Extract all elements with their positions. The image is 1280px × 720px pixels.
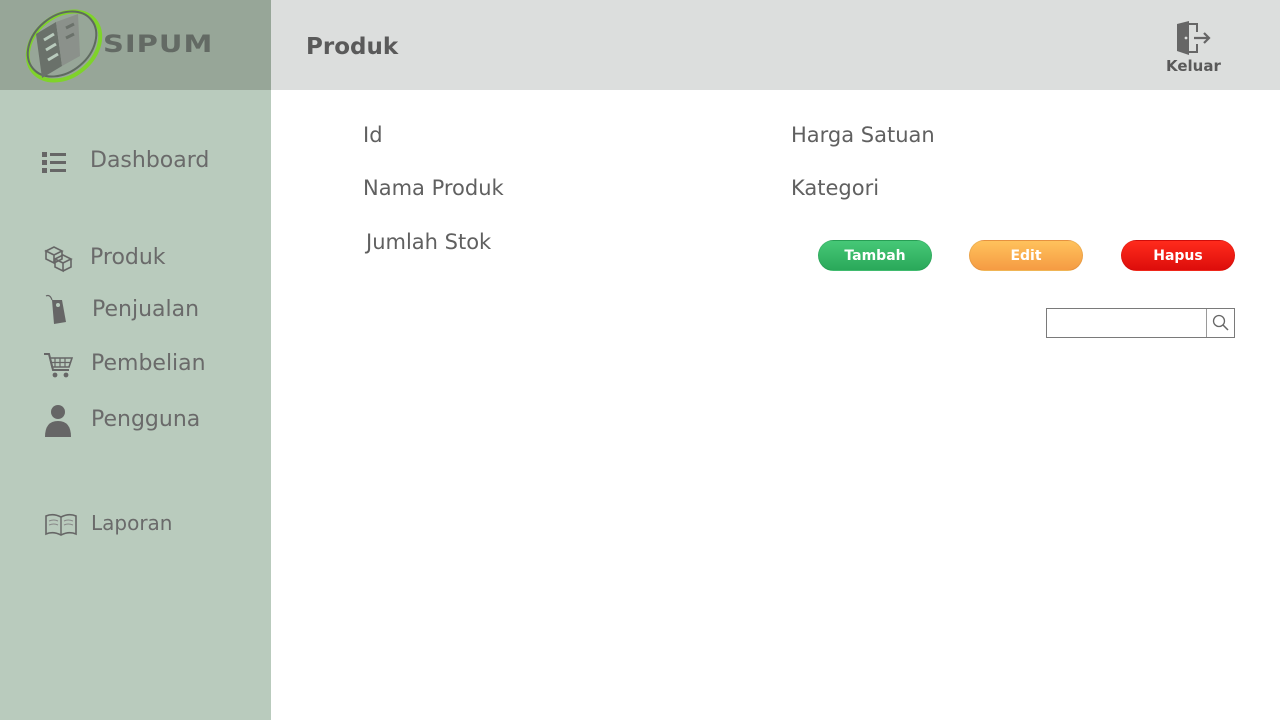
- field-label-harga-satuan: Harga Satuan: [791, 123, 935, 147]
- logout-button[interactable]: Keluar: [1162, 20, 1222, 78]
- exit-door-icon: [1177, 21, 1211, 55]
- sidebar-item-label: Pembelian: [91, 351, 206, 376]
- search-icon: [1212, 314, 1229, 331]
- tag-icon: [45, 294, 66, 324]
- add-button[interactable]: Tambah: [818, 240, 932, 271]
- search-input[interactable]: [1049, 311, 1205, 335]
- logout-label: Keluar: [1166, 57, 1221, 75]
- logo[interactable]: SIPUM: [0, 0, 271, 90]
- delete-button[interactable]: Hapus: [1121, 240, 1235, 271]
- search-button[interactable]: [1206, 309, 1234, 337]
- sidebar-item-produk[interactable]: Produk: [0, 238, 271, 278]
- sidebar-item-penjualan[interactable]: Penjualan: [0, 291, 271, 331]
- field-label-jumlah-stok: Jumlah Stok: [366, 230, 492, 254]
- sidebar-item-label: Laporan: [91, 511, 173, 535]
- sidebar-item-pembelian[interactable]: Pembelian: [0, 345, 271, 385]
- page-title: Produk: [306, 34, 399, 60]
- book-icon: [45, 513, 77, 536]
- sidebar: SIPUM Dashboard Produk Penjualan Pembeli…: [0, 0, 271, 720]
- sidebar-item-pengguna[interactable]: Pengguna: [0, 401, 271, 441]
- user-icon: [45, 405, 71, 437]
- field-label-nama-produk: Nama Produk: [363, 176, 504, 200]
- logo-text: SIPUM: [103, 30, 214, 58]
- sidebar-item-label: Dashboard: [90, 148, 210, 173]
- sidebar-item-laporan[interactable]: Laporan: [0, 505, 271, 545]
- field-label-id: Id: [363, 123, 383, 147]
- boxes-icon: [44, 246, 73, 273]
- sidebar-item-dashboard[interactable]: Dashboard: [0, 142, 271, 182]
- sidebar-item-label: Produk: [90, 245, 166, 270]
- edit-button[interactable]: Edit: [969, 240, 1083, 271]
- search-box: [1046, 308, 1235, 338]
- field-label-kategori: Kategori: [791, 176, 880, 200]
- sidebar-item-label: Penjualan: [92, 297, 200, 322]
- list-icon: [42, 152, 66, 173]
- sidebar-item-label: Pengguna: [91, 407, 201, 432]
- header: Produk Keluar: [271, 0, 1280, 90]
- cart-icon: [44, 353, 73, 378]
- logo-icon: [25, 9, 103, 83]
